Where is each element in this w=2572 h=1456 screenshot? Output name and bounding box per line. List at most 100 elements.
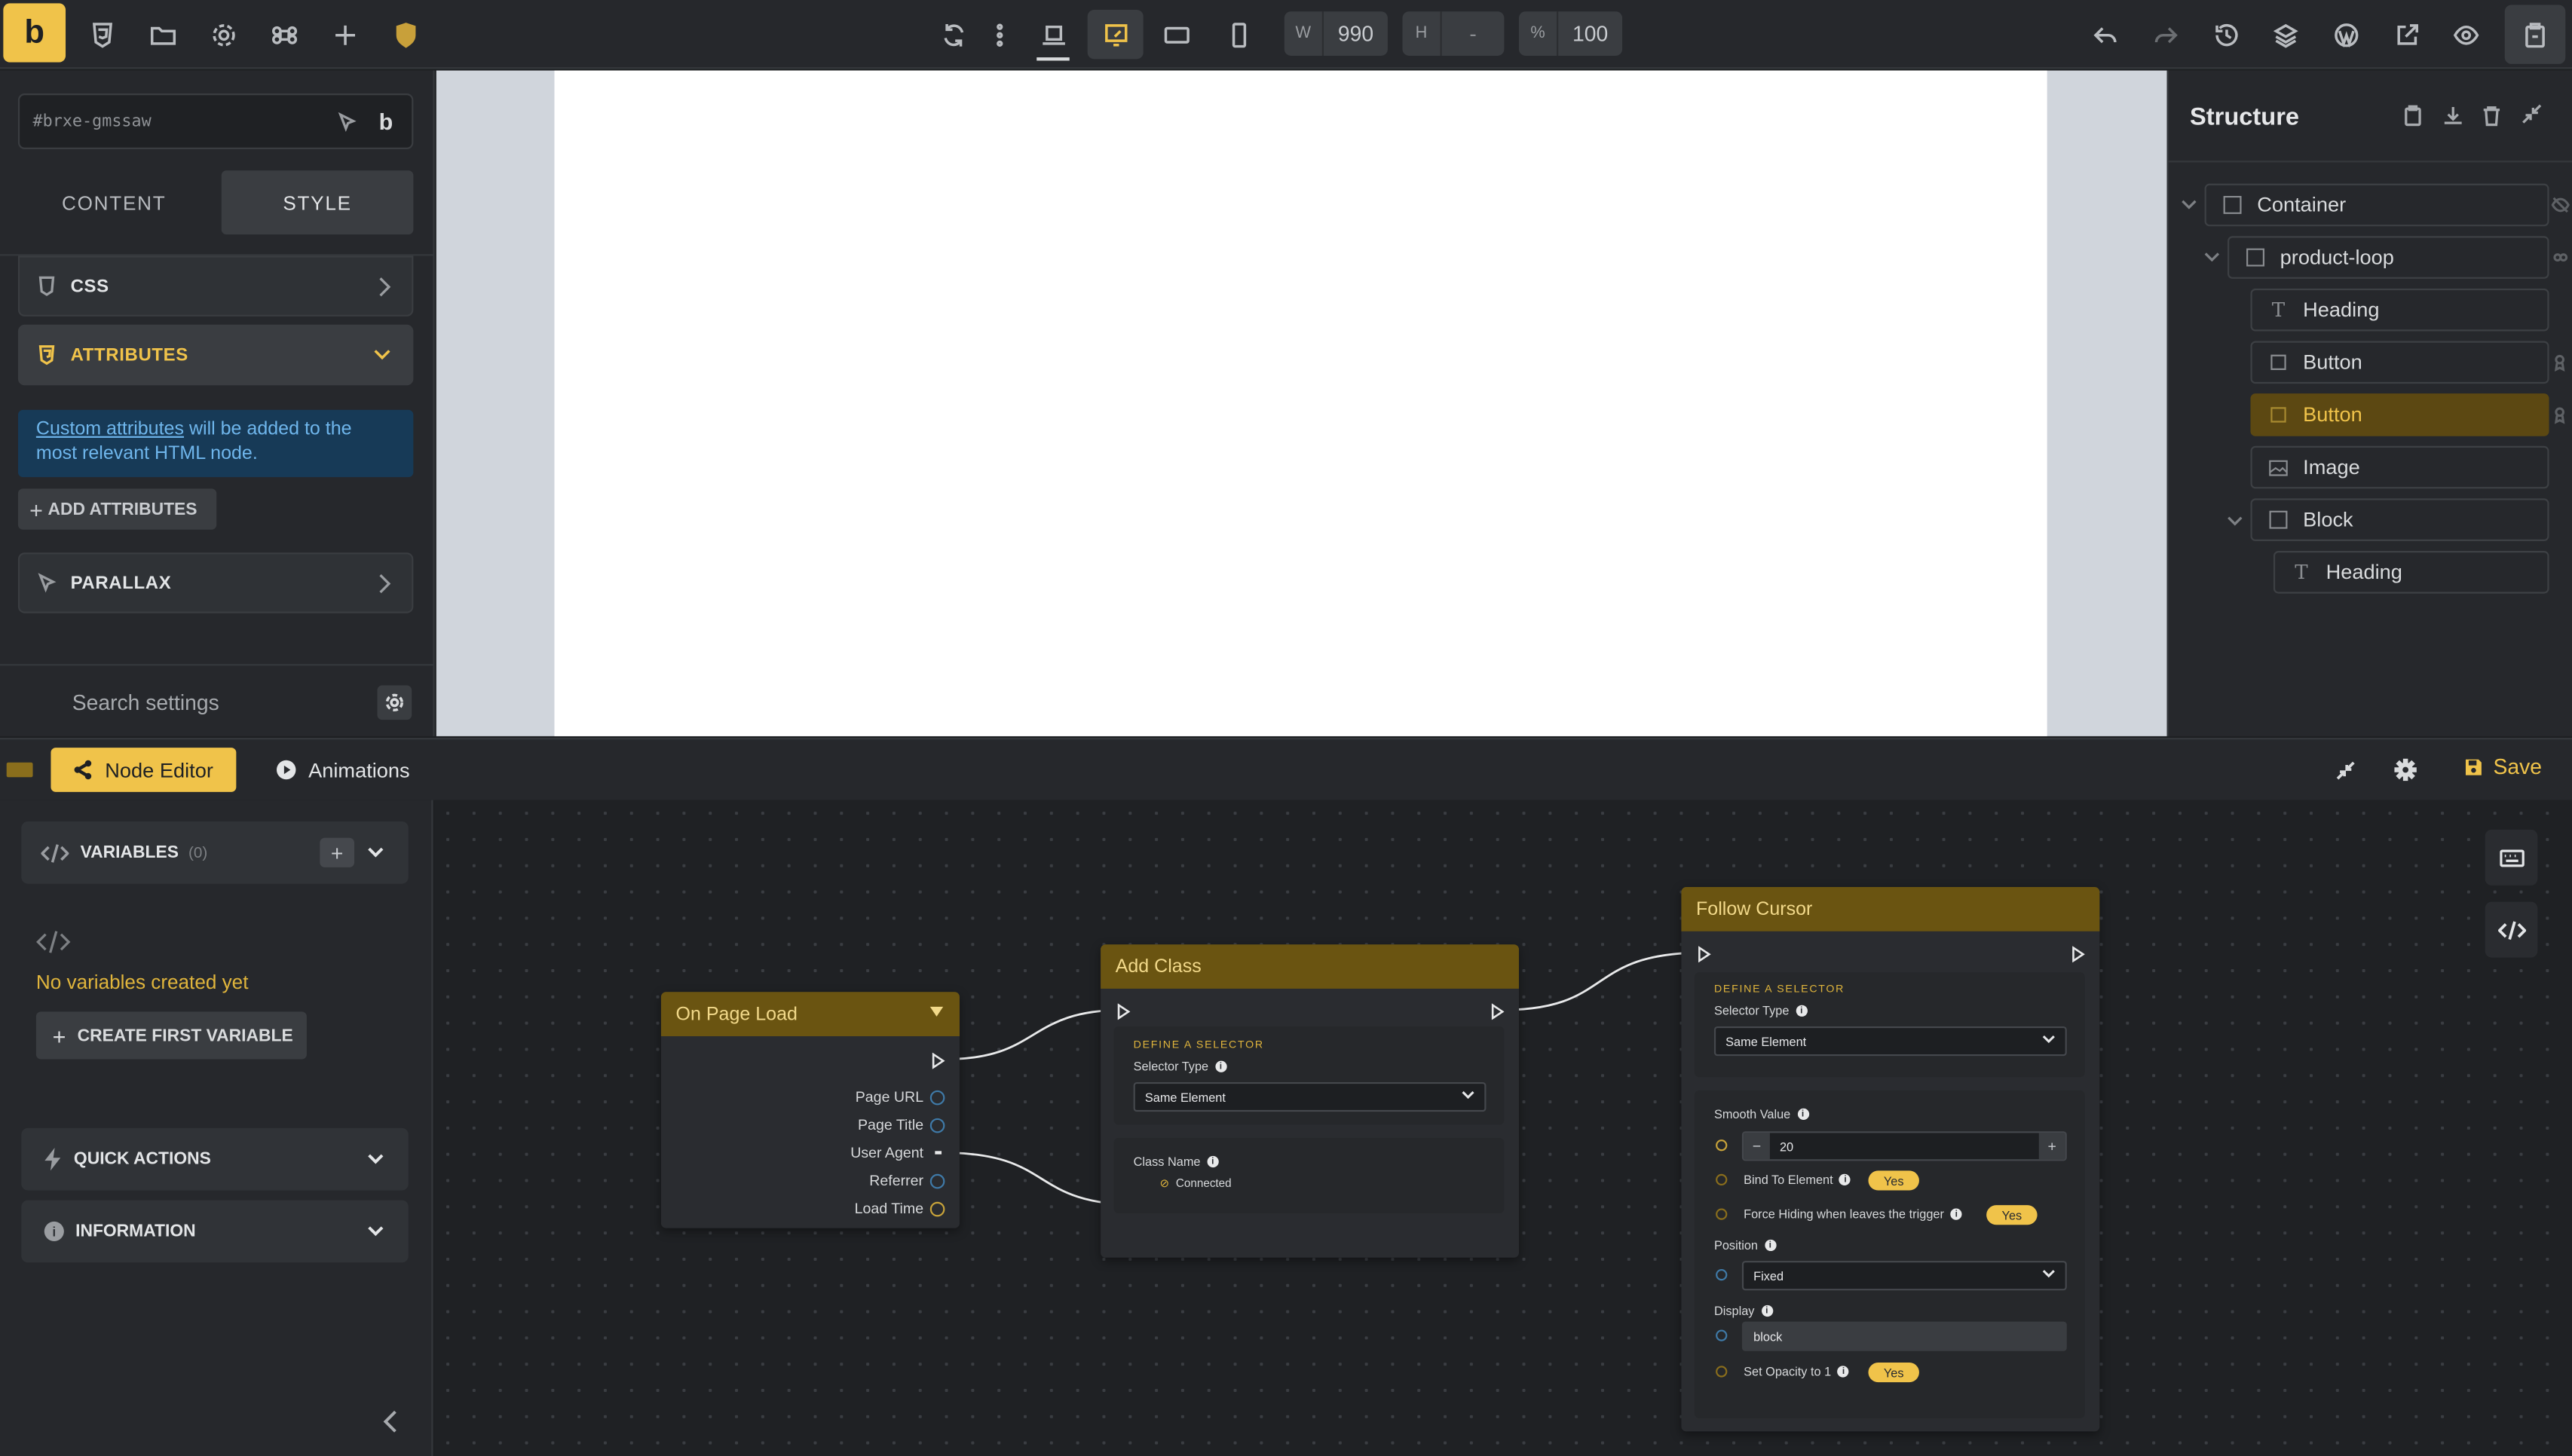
refresh-icon[interactable]	[929, 10, 978, 59]
output-socket[interactable]	[929, 1090, 945, 1106]
stepper-value[interactable]: 20	[1780, 1139, 1793, 1154]
selector-input[interactable]: #brxe-gmssaw	[33, 113, 152, 131]
information-accordion[interactable]: i INFORMATION	[21, 1200, 409, 1263]
quick-actions-accordion[interactable]: QUICK ACTIONS	[21, 1127, 409, 1191]
node-header[interactable]: Add Class	[1101, 944, 1519, 989]
width-value[interactable]: 990	[1324, 21, 1388, 46]
add-attributes-button[interactable]: + ADD ATTRIBUTES	[17, 488, 217, 530]
panel-toggle-icon[interactable]	[6, 762, 33, 778]
zoom-field[interactable]: % 100	[1518, 11, 1623, 56]
chevron-down-icon[interactable]	[2203, 251, 2221, 264]
exec-input-port[interactable]	[1117, 1004, 1130, 1020]
zoom-value[interactable]: 100	[1558, 21, 1622, 46]
output-socket[interactable]	[929, 1118, 945, 1133]
structure-item-container[interactable]: Container	[2204, 183, 2549, 227]
structure-item-block[interactable]: Block	[2250, 498, 2549, 541]
node-editor-tab[interactable]: Node Editor	[51, 748, 237, 792]
chevron-down-icon[interactable]	[2226, 515, 2244, 528]
exec-output-port[interactable]	[932, 1053, 945, 1069]
width-field[interactable]: W 990	[1284, 11, 1388, 56]
structure-item-button-selected[interactable]: Button	[2250, 393, 2549, 436]
exec-output-port[interactable]	[1491, 1004, 1504, 1020]
output-socket[interactable]	[929, 1173, 945, 1189]
selector-field[interactable]: #brxe-gmssaw b	[17, 93, 414, 149]
settings-gear-icon[interactable]	[377, 685, 412, 720]
interaction-icon[interactable]	[2551, 405, 2569, 424]
page-preview[interactable]	[554, 70, 2047, 736]
output-socket[interactable]	[929, 1201, 945, 1217]
opacity-toggle[interactable]: Yes	[1868, 1362, 1919, 1383]
clipboard-save-icon[interactable]	[2504, 5, 2566, 64]
input-socket[interactable]	[1716, 1329, 1728, 1341]
height-field[interactable]: H-	[1402, 11, 1505, 56]
selector-type-select[interactable]: Same Element	[1713, 1026, 2067, 1057]
input-socket[interactable]	[1716, 1208, 1728, 1220]
gear-icon[interactable]	[198, 10, 247, 59]
trash-icon[interactable]	[2480, 103, 2503, 128]
hidden-eye-icon[interactable]	[2551, 195, 2570, 215]
plus-icon[interactable]	[320, 10, 369, 59]
laptop-icon[interactable]	[1028, 10, 1077, 61]
dropdown-triangle-icon[interactable]	[929, 1006, 944, 1017]
command-icon[interactable]	[259, 10, 308, 59]
desktop-edit-icon[interactable]	[1087, 10, 1144, 60]
node-editor-canvas[interactable]: On Page Load Page URL Page Title User Ag…	[434, 800, 2572, 1456]
clipboard-icon[interactable]	[2402, 103, 2424, 128]
layers-icon[interactable]	[2261, 10, 2310, 59]
structure-item-heading[interactable]: T Heading	[2250, 288, 2549, 332]
decrement-button[interactable]: −	[1744, 1133, 1770, 1160]
exec-output-port[interactable]	[2071, 946, 2084, 962]
node-on-page-load[interactable]: On Page Load Page URL Page Title User Ag…	[660, 992, 960, 1228]
tab-content[interactable]: CONTENT	[18, 170, 210, 234]
input-socket[interactable]	[1716, 1366, 1728, 1378]
input-socket[interactable]	[1716, 1139, 1728, 1152]
structure-item-product-loop[interactable]: product-loop	[2228, 236, 2549, 279]
node-header[interactable]: Follow Cursor	[1681, 887, 2100, 931]
selector-type-select[interactable]: Same Element	[1133, 1081, 1487, 1112]
folder-icon[interactable]	[138, 10, 187, 59]
loop-icon[interactable]	[2551, 248, 2570, 268]
increment-button[interactable]: +	[2038, 1133, 2065, 1160]
position-select[interactable]: Fixed	[1741, 1261, 2067, 1291]
save-button[interactable]: Save	[2463, 754, 2542, 778]
css3-icon[interactable]	[77, 10, 126, 59]
pointer-icon[interactable]	[336, 112, 357, 133]
animations-tab[interactable]: Animations	[276, 748, 410, 792]
chevron-down-icon[interactable]	[2180, 198, 2198, 211]
structure-item-button[interactable]: Button	[2250, 341, 2549, 384]
input-socket[interactable]	[1716, 1173, 1728, 1186]
selector-badge[interactable]: b	[379, 109, 393, 135]
external-link-icon[interactable]	[2382, 10, 2431, 59]
bricks-logo[interactable]: b	[3, 3, 66, 63]
attributes-accordion[interactable]: ATTRIBUTES	[17, 324, 414, 386]
bind-to-element-toggle[interactable]: Yes	[1868, 1170, 1919, 1191]
parallax-accordion[interactable]: PARALLAX	[17, 552, 414, 613]
smooth-value-stepper[interactable]: − 20 +	[1741, 1131, 2067, 1161]
wordpress-icon[interactable]	[2321, 10, 2370, 59]
tab-style[interactable]: STYLE	[221, 170, 414, 235]
css-accordion[interactable]: CSS	[17, 255, 414, 317]
tablet-landscape-icon[interactable]	[1152, 10, 1201, 59]
minimize-icon[interactable]	[2334, 759, 2356, 782]
input-socket[interactable]	[1716, 1268, 1728, 1281]
node-follow-cursor[interactable]: Follow Cursor DEFINE A SELECTOR Selector…	[1681, 887, 2100, 1432]
create-first-variable-button[interactable]: + CREATE FIRST VARIABLE	[35, 1011, 307, 1060]
redo-icon[interactable]	[2141, 10, 2190, 59]
preview-eye-icon[interactable]	[2441, 10, 2490, 59]
more-vertical-icon[interactable]	[976, 10, 1022, 59]
search-settings-input[interactable]: Search settings	[72, 690, 219, 715]
custom-attributes-link[interactable]: Custom attributes	[36, 420, 184, 439]
collapse-icon[interactable]	[2519, 102, 2544, 127]
force-hiding-toggle[interactable]: Yes	[1986, 1205, 2038, 1225]
output-socket-connected[interactable]	[935, 1151, 942, 1155]
structure-item-image[interactable]: Image	[2250, 445, 2549, 489]
add-variable-button[interactable]: +	[320, 837, 355, 867]
shield-icon[interactable]	[381, 10, 430, 59]
undo-icon[interactable]	[2080, 10, 2129, 59]
mobile-icon[interactable]	[1214, 10, 1263, 59]
history-icon[interactable]	[2201, 10, 2250, 59]
display-input[interactable]: block	[1741, 1321, 2067, 1351]
collapse-left-icon[interactable]	[382, 1409, 399, 1435]
download-icon[interactable]	[2441, 103, 2466, 128]
variables-accordion[interactable]: VARIABLES (0) +	[21, 821, 409, 884]
